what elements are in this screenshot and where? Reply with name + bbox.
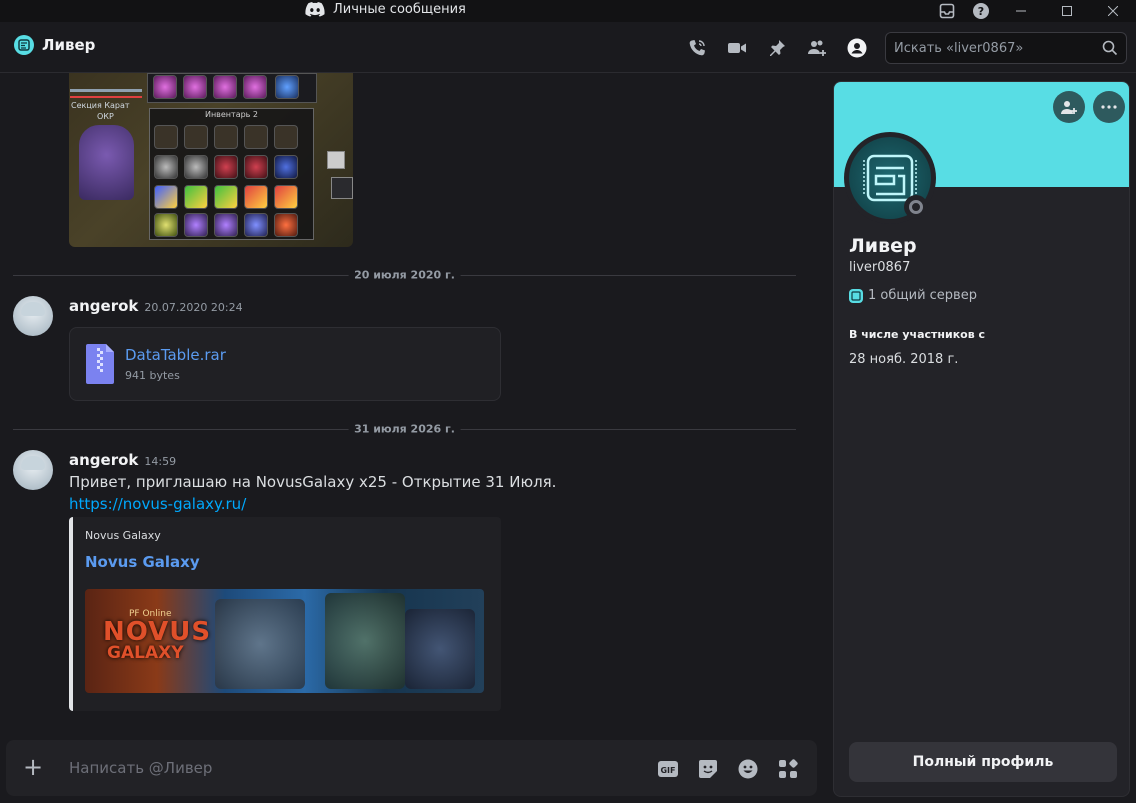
message-author[interactable]: angerok 14:59 [69, 451, 176, 469]
member-since-heading: В числе участников с [849, 328, 986, 341]
avatar[interactable] [13, 296, 53, 336]
minimize-button[interactable] [998, 0, 1044, 22]
more-options-button[interactable] [1093, 91, 1125, 123]
date-divider-label: 31 июля 2026 г. [348, 422, 461, 436]
server-icon [849, 288, 863, 303]
dm-title-text: Ливер [42, 36, 96, 54]
window-titlebar: Личные сообщения ? [0, 0, 1136, 22]
add-friend-icon [1061, 101, 1077, 114]
archive-file-icon [86, 344, 116, 388]
member-since-date: 28 нояб. 2018 г. [849, 352, 959, 367]
author-name[interactable]: angerok [69, 297, 138, 315]
video-call-icon[interactable] [727, 38, 747, 58]
embed-provider[interactable]: Novus Galaxy [85, 529, 161, 542]
discord-logo-icon [305, 2, 325, 17]
inbox-icon[interactable] [930, 0, 964, 22]
user-profile-toggle-icon[interactable] [847, 38, 867, 58]
file-size: 941 bytes [125, 369, 180, 382]
add-friend-button[interactable] [1053, 91, 1085, 123]
close-button[interactable] [1090, 0, 1136, 22]
svg-text:?: ? [978, 5, 984, 18]
banner-logo-subtext: GALAXY [107, 643, 184, 663]
message-composer: + Написать @Ливер GIF [6, 740, 817, 796]
search-input[interactable]: Искать «liver0867» [885, 32, 1127, 64]
file-attachment[interactable]: DataTable.rar 941 bytes [69, 327, 501, 401]
emoji-icon[interactable] [737, 758, 759, 780]
profile-display-name: Ливер [849, 235, 917, 257]
gif-label: GIF [660, 766, 675, 775]
help-icon[interactable]: ? [964, 0, 998, 22]
sticker-icon[interactable] [697, 758, 719, 780]
user-avatar-small-icon [14, 35, 34, 55]
message-link[interactable]: https://novus-galaxy.ru/ [69, 495, 246, 513]
apps-icon[interactable] [777, 758, 799, 780]
window-title: Личные сообщения [305, 2, 466, 17]
avatar[interactable] [13, 450, 53, 490]
inventory-title: Инвентарь 2 [204, 110, 259, 119]
date-divider: 20 июля 2020 г. [13, 268, 796, 282]
message-text: Привет, приглашаю на NovusGalaxy x25 - О… [69, 473, 557, 491]
mutual-servers-link[interactable]: 1 общий сервер [849, 288, 977, 303]
pinned-messages-icon[interactable] [767, 38, 787, 58]
game-character [79, 125, 134, 200]
more-icon [1101, 105, 1117, 109]
link-embed: Novus Galaxy Novus Galaxy PF Online NOVU… [69, 517, 501, 711]
add-friends-to-dm-icon[interactable] [807, 38, 827, 58]
channel-header: Ливер Искать «liver0867» [0, 22, 1136, 73]
game-overlay-label: Секция Карат [71, 101, 130, 110]
mutual-servers-text[interactable]: 1 общий сервер [868, 288, 977, 303]
dm-title: Ливер [14, 35, 95, 55]
message-list[interactable]: Секция Карат ОКР Инвентарь 2 20 июля 202… [0, 73, 826, 803]
date-divider: 31 июля 2026 г. [13, 422, 796, 436]
embed-banner-image[interactable]: PF Online NOVUS GALAXY [85, 589, 484, 693]
game-screenshot-attachment[interactable]: Секция Карат ОКР Инвентарь 2 [69, 73, 353, 247]
message-author[interactable]: angerok 20.07.2020 20:24 [69, 297, 243, 315]
full-profile-button[interactable]: Полный профиль [849, 742, 1117, 782]
author-name[interactable]: angerok [69, 451, 138, 469]
voice-call-icon[interactable] [687, 38, 707, 58]
profile-username: liver0867 [849, 260, 911, 275]
user-profile-panel: Ливер liver0867 1 общий сервер В числе у… [833, 81, 1130, 797]
message-timestamp: 14:59 [144, 455, 177, 468]
message-timestamp: 20.07.2020 20:24 [144, 301, 243, 314]
add-attachment-icon[interactable]: + [23, 755, 43, 779]
status-offline-indicator [904, 195, 928, 219]
maximize-button[interactable] [1044, 0, 1090, 22]
gif-icon[interactable]: GIF [657, 758, 679, 780]
game-overlay-label2: ОКР [97, 112, 114, 121]
embed-title-link[interactable]: Novus Galaxy [85, 553, 200, 571]
window-title-text: Личные сообщения [333, 2, 466, 17]
search-icon [1102, 40, 1118, 60]
message-input[interactable]: Написать @Ливер [69, 759, 212, 777]
game-inventory-window: Инвентарь 2 [149, 108, 314, 240]
search-placeholder: Искать «liver0867» [894, 40, 1024, 56]
date-divider-label: 20 июля 2020 г. [348, 268, 461, 282]
file-name-link[interactable]: DataTable.rar [125, 346, 226, 364]
